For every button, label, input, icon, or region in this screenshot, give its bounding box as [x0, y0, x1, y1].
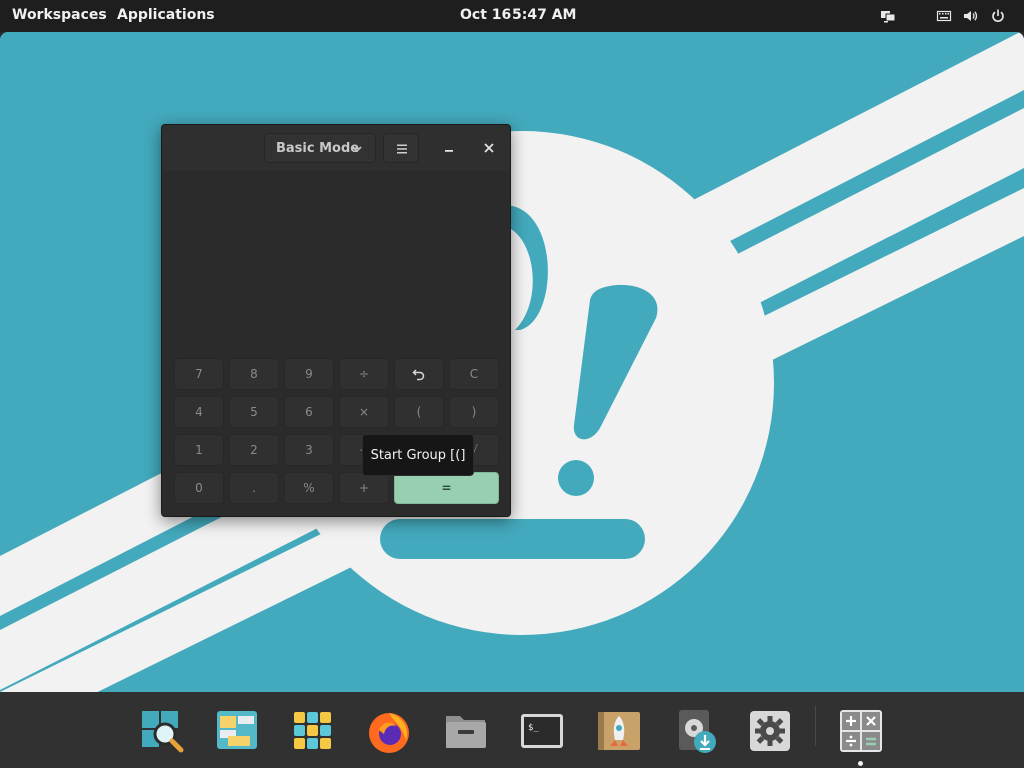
- dock-item-files[interactable]: [443, 708, 489, 754]
- key-1[interactable]: 1: [174, 434, 224, 466]
- dock-item-workspaces[interactable]: [214, 708, 260, 754]
- minimize-button[interactable]: [441, 140, 457, 156]
- key-7[interactable]: 7: [174, 358, 224, 390]
- svg-text:$_: $_: [528, 723, 539, 733]
- calculator-headerbar[interactable]: Basic Mode: [162, 125, 510, 171]
- key-9[interactable]: 9: [284, 358, 334, 390]
- top-panel: Workspaces Applications Oct 16 5:47 AM: [0, 0, 1024, 32]
- key-multiply[interactable]: ×: [339, 396, 389, 428]
- wallpaper: [0, 32, 1024, 692]
- dock-separator: [815, 706, 816, 746]
- close-button[interactable]: [481, 140, 497, 156]
- dock-item-calculator[interactable]: [838, 708, 884, 754]
- terminal-icon: $_: [521, 714, 563, 748]
- key-2[interactable]: 2: [229, 434, 279, 466]
- key-0[interactable]: 0: [174, 472, 224, 504]
- applications-grid-icon: [294, 712, 331, 749]
- mode-label: Basic Mode: [276, 140, 360, 156]
- tooltip-start-group: Start Group [(]: [362, 434, 474, 476]
- files-icon: [446, 716, 486, 748]
- applications-button[interactable]: Applications: [117, 7, 215, 23]
- firefox-icon: [369, 713, 409, 753]
- key-3[interactable]: 3: [284, 434, 334, 466]
- settings-icon: [750, 711, 790, 751]
- installer-icon: [598, 712, 640, 750]
- key-equals[interactable]: =: [394, 472, 499, 504]
- dock: $_: [0, 692, 1024, 768]
- dock-item-firefox[interactable]: [366, 708, 412, 754]
- dock-item-terminal[interactable]: $_: [519, 708, 565, 754]
- dock-item-search[interactable]: [139, 708, 185, 754]
- minimize-icon: [445, 150, 453, 152]
- calculator-icon: [840, 710, 882, 752]
- power-icon[interactable]: [990, 8, 1006, 24]
- dock-item-applications[interactable]: [290, 708, 336, 754]
- dock-item-software-updater[interactable]: [673, 708, 719, 754]
- key-5[interactable]: 5: [229, 396, 279, 428]
- clock-label[interactable]: 5:47 AM: [512, 7, 576, 23]
- key-undo[interactable]: [394, 358, 444, 390]
- hamburger-menu-icon: [397, 144, 407, 154]
- key-percent[interactable]: %: [284, 472, 334, 504]
- running-indicator: [858, 761, 863, 766]
- key-close-paren[interactable]: ): [449, 396, 499, 428]
- close-icon: [484, 143, 494, 153]
- key-8[interactable]: 8: [229, 358, 279, 390]
- calculator-display[interactable]: [162, 171, 510, 357]
- dock-item-settings[interactable]: [747, 708, 793, 754]
- workspaces-icon: [217, 711, 257, 749]
- key-open-paren[interactable]: (: [394, 396, 444, 428]
- display-icon[interactable]: [880, 8, 896, 24]
- workspaces-button[interactable]: Workspaces: [12, 7, 107, 23]
- volume-icon[interactable]: [962, 8, 978, 24]
- desktop: Basic Mode 7 8 9 ÷ C 4 5 6 × () 1 2 3 √…: [0, 32, 1024, 692]
- key-add[interactable]: +: [339, 472, 389, 504]
- mode-selector-button[interactable]: Basic Mode: [264, 133, 376, 163]
- menu-button[interactable]: [383, 133, 419, 163]
- key-clear[interactable]: C: [449, 358, 499, 390]
- search-icon: [142, 711, 184, 753]
- chevron-down-icon: [352, 146, 362, 153]
- key-divide[interactable]: ÷: [339, 358, 389, 390]
- dock-item-installer[interactable]: [596, 708, 642, 754]
- key-6[interactable]: 6: [284, 396, 334, 428]
- key-decimal[interactable]: .: [229, 472, 279, 504]
- software-updater-icon: [679, 710, 716, 753]
- keyboard-icon[interactable]: [936, 8, 952, 24]
- undo-icon: [412, 369, 425, 381]
- key-4[interactable]: 4: [174, 396, 224, 428]
- date-label[interactable]: Oct 16: [460, 7, 511, 23]
